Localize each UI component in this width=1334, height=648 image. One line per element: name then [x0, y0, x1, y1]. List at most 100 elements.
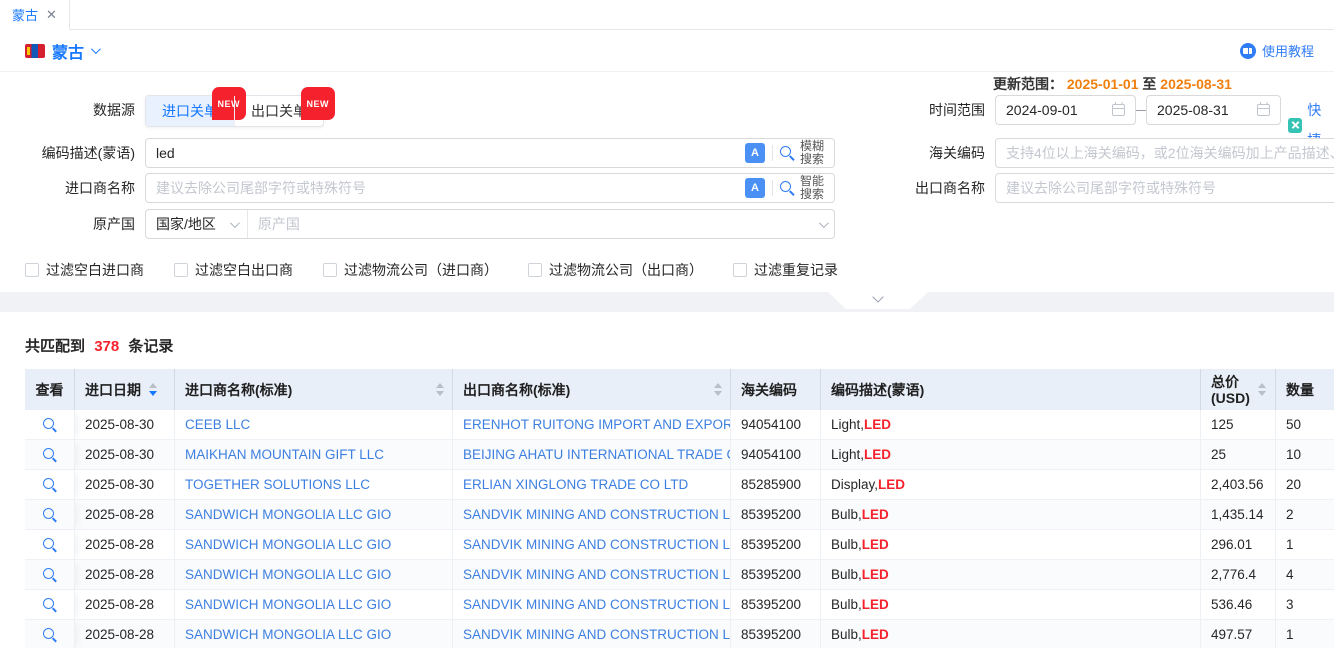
column-header-date[interactable]: 进口日期 [75, 369, 175, 410]
hs-code-cell: 94054100 [731, 440, 821, 470]
origin-country-input[interactable] [248, 211, 819, 237]
region-select[interactable]: 国家/地区 [146, 210, 248, 238]
results-summary: 共匹配到 378 条记录 [25, 335, 1334, 356]
sort-desc-icon[interactable] [149, 383, 157, 396]
desc-cell: Bulb, LED [821, 500, 1201, 530]
importer-link[interactable]: MAIKHAN MOUNTAIN GIFT LLC [185, 447, 384, 462]
view-record-icon[interactable] [42, 567, 57, 582]
country-selector[interactable]: 蒙古 [25, 39, 98, 63]
exporter-link[interactable]: SANDVIK MINING AND CONSTRUCTION L... [463, 567, 731, 582]
exporter-name-field [995, 173, 1334, 203]
view-record-icon[interactable] [42, 477, 57, 492]
view-record-icon[interactable] [42, 597, 57, 612]
results-suffix: 条记录 [128, 338, 173, 355]
checkbox-blank-exporter[interactable]: 过滤空白出口商 [174, 260, 293, 280]
desc-highlight: LED [864, 447, 891, 462]
importer-link[interactable]: SANDWICH MONGOLIA LLC GIO [185, 627, 391, 642]
view-record-icon[interactable] [42, 417, 57, 432]
total-cell: 296.01 [1201, 530, 1276, 560]
table-row: 2025-08-28 SANDWICH MONGOLIA LLC GIO SAN… [25, 620, 1334, 648]
view-record-icon[interactable] [42, 537, 57, 552]
code-desc-input[interactable] [146, 140, 745, 166]
column-header-importer[interactable]: 进口商名称(标准) [175, 369, 453, 410]
column-header-view: 查看 [25, 369, 75, 410]
search-icon[interactable] [780, 181, 795, 196]
view-record-icon[interactable] [42, 507, 57, 522]
hs-code-cell: 85395200 [731, 590, 821, 620]
checkbox-label: 过滤重复记录 [754, 260, 838, 280]
exporter-name-label: 出口商名称 [903, 173, 985, 203]
exporter-name-input[interactable] [996, 175, 1334, 201]
column-label: 出口商名称(标准) [463, 380, 570, 400]
importer-link[interactable]: SANDWICH MONGOLIA LLC GIO [185, 597, 391, 612]
desc-cell: Light, LED [821, 440, 1201, 470]
region-select-value: 国家/地区 [156, 214, 216, 234]
filter-panel: 数据源 进口关单 NEW 出口关单 NEW 编码描述(蒙语) 模糊搜索 进口商名… [0, 72, 1334, 312]
exporter-link[interactable]: SANDVIK MINING AND CONSTRUCTION L... [463, 627, 731, 642]
qty-cell: 50 [1276, 410, 1334, 440]
exporter-link[interactable]: BEIJING AHATU INTERNATIONAL TRADE C... [463, 447, 731, 462]
desc-cell: Display, LED [821, 470, 1201, 500]
view-record-icon[interactable] [42, 447, 57, 462]
column-header-total[interactable]: 总价 (USD) [1201, 369, 1276, 410]
date-cell: 2025-08-28 [75, 530, 175, 560]
hs-code-cell: 85285900 [731, 470, 821, 500]
exporter-link[interactable]: SANDVIK MINING AND CONSTRUCTION L... [463, 507, 731, 522]
qty-cell: 3 [1276, 590, 1334, 620]
close-icon[interactable]: ✕ [46, 8, 57, 21]
hs-code-input[interactable] [996, 140, 1334, 166]
table-row: 2025-08-28 SANDWICH MONGOLIA LLC GIO SAN… [25, 500, 1334, 530]
tab-import-declarations[interactable]: 进口关单 NEW [146, 96, 234, 126]
exporter-link[interactable]: ERLIAN XINGLONG TRADE CO LTD [463, 477, 688, 492]
importer-link[interactable]: SANDWICH MONGOLIA LLC GIO [185, 567, 391, 582]
view-cell [25, 500, 75, 530]
tutorial-label: 使用教程 [1262, 41, 1314, 60]
table-row: 2025-08-28 SANDWICH MONGOLIA LLC GIO SAN… [25, 590, 1334, 620]
sort-icon[interactable] [714, 383, 722, 396]
tutorial-link[interactable]: 使用教程 [1240, 41, 1314, 60]
smart-search-toggle[interactable]: 智能搜索 [800, 175, 826, 201]
total-cell: 1,435.14 [1201, 500, 1276, 530]
desc-text: Bulb, [831, 627, 862, 642]
tab-mongolia[interactable]: 蒙古 ✕ [0, 0, 70, 30]
importer-link[interactable]: TOGETHER SOLUTIONS LLC [185, 477, 370, 492]
calendar-icon [1257, 104, 1270, 116]
checkbox-icon [528, 263, 542, 277]
search-icon[interactable] [780, 146, 795, 161]
translate-icon[interactable] [745, 143, 765, 163]
desc-highlight: LED [862, 597, 889, 612]
table-row: 2025-08-28 SANDWICH MONGOLIA LLC GIO SAN… [25, 530, 1334, 560]
column-header-exporter[interactable]: 出口商名称(标准) [453, 369, 731, 410]
checkbox-icon [174, 263, 188, 277]
exporter-link[interactable]: SANDVIK MINING AND CONSTRUCTION L... [463, 537, 731, 552]
checkbox-blank-importer[interactable]: 过滤空白进口商 [25, 260, 144, 280]
desc-highlight: LED [862, 537, 889, 552]
tab-export-declarations[interactable]: 出口关单 NEW [234, 96, 323, 126]
sort-icon[interactable] [1258, 383, 1266, 396]
sort-icon[interactable] [436, 383, 444, 396]
start-date-input[interactable]: 2024-09-01 [995, 95, 1136, 125]
end-date-value: 2025-08-31 [1157, 102, 1229, 118]
importer-link[interactable]: SANDWICH MONGOLIA LLC GIO [185, 537, 391, 552]
column-label: 总价 (USD) [1211, 374, 1250, 406]
checkbox-logistics-exporter[interactable]: 过滤物流公司（出口商） [528, 260, 703, 280]
exporter-link[interactable]: SANDVIK MINING AND CONSTRUCTION L... [463, 597, 731, 612]
importer-link[interactable]: CEEB LLC [185, 417, 250, 432]
end-date-input[interactable]: 2025-08-31 [1146, 95, 1281, 125]
checkbox-logistics-importer[interactable]: 过滤物流公司（进口商） [323, 260, 498, 280]
date-cell: 2025-08-28 [75, 590, 175, 620]
desc-text: Bulb, [831, 507, 862, 522]
importer-name-input[interactable] [146, 175, 745, 201]
results-table: 查看 进口日期 进口商名称(标准) 出口商名称(标准) 海关编码 编码描述(蒙语… [25, 369, 1334, 648]
view-record-icon[interactable] [42, 627, 57, 642]
total-cell: 25 [1201, 440, 1276, 470]
date-cell: 2025-08-28 [75, 620, 175, 648]
view-cell [25, 560, 75, 590]
importer-link[interactable]: SANDWICH MONGOLIA LLC GIO [185, 507, 391, 522]
fuzzy-search-toggle[interactable]: 模糊搜索 [800, 140, 826, 166]
collapse-filters-handle[interactable] [828, 292, 928, 309]
translate-icon[interactable] [745, 178, 765, 198]
exporter-link[interactable]: ERENHOT RUITONG IMPORT AND EXPORT ... [463, 417, 731, 432]
checkbox-duplicate-records[interactable]: 过滤重复记录 [733, 260, 838, 280]
qty-cell: 1 [1276, 620, 1334, 648]
